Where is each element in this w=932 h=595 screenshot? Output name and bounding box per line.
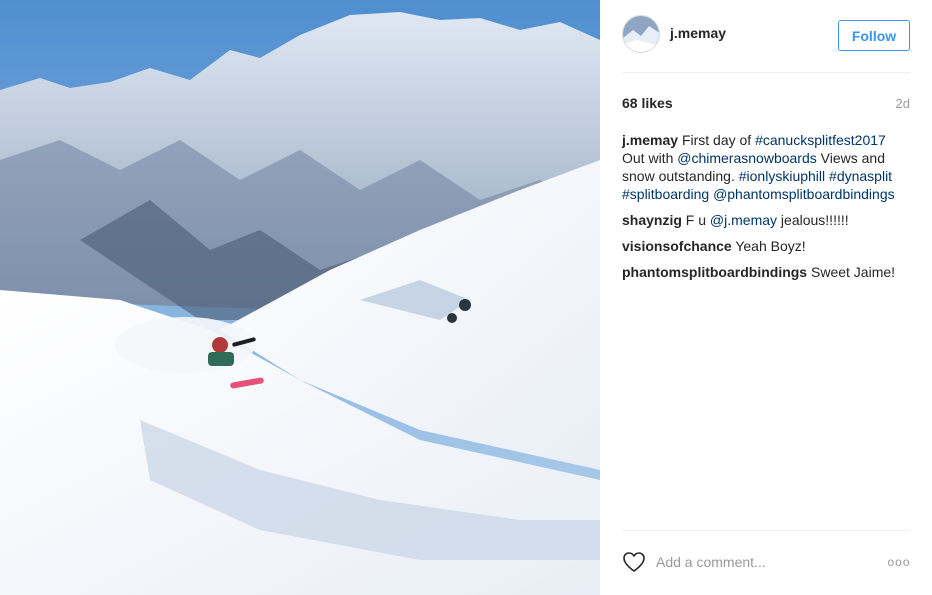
- post-time[interactable]: 2d: [896, 96, 910, 111]
- more-options-icon[interactable]: ooo: [886, 553, 912, 571]
- post-photo[interactable]: [0, 0, 600, 595]
- comment-user[interactable]: phantomsplitboardbindings: [622, 264, 807, 280]
- like-count[interactable]: 68 likes: [622, 95, 673, 111]
- hashtag-link[interactable]: #splitboarding: [622, 186, 709, 202]
- author-username[interactable]: j.memay: [670, 25, 726, 41]
- avatar-image: [623, 16, 659, 52]
- comment-user[interactable]: visionsofchance: [622, 238, 732, 254]
- caption-user[interactable]: j.memay: [622, 132, 678, 148]
- comment-text: F u: [685, 212, 710, 228]
- like-heart-icon[interactable]: [622, 551, 646, 573]
- comment-item: shaynzig F u @j.memay jealous!!!!!!: [622, 211, 912, 229]
- comment-user[interactable]: shaynzig: [622, 212, 682, 228]
- hashtag-link[interactable]: #canucksplitfest2017: [755, 132, 886, 148]
- snowboarder-photo-illustration: [0, 0, 600, 595]
- hashtag-link[interactable]: #ionlyskiuphill: [739, 168, 825, 184]
- mention-link[interactable]: @j.memay: [710, 212, 777, 228]
- footer-divider: [622, 530, 910, 531]
- caption-text: First day of: [681, 132, 756, 148]
- follow-button[interactable]: Follow: [838, 20, 910, 51]
- post-detail-panel: j.memay Follow 68 likes 2d j.memay First…: [600, 0, 932, 595]
- add-comment-input[interactable]: [656, 552, 876, 572]
- post-header: j.memay Follow: [600, 0, 932, 72]
- mention-link[interactable]: @chimerasnowboards: [677, 150, 817, 166]
- mention-link[interactable]: @phantomsplitboardbindings: [713, 186, 895, 202]
- caption: j.memay First day of #canucksplitfest201…: [622, 131, 912, 203]
- comment-item: phantomsplitboardbindings Sweet Jaime!: [622, 263, 912, 281]
- comment-text: Sweet Jaime!: [811, 264, 896, 280]
- author-avatar[interactable]: [622, 15, 660, 53]
- comment-bar: ooo: [622, 545, 912, 581]
- comment-text: jealous!!!!!!: [777, 212, 849, 228]
- caption-text: Out with: [622, 150, 678, 166]
- comment-item: visionsofchance Yeah Boyz!: [622, 237, 912, 255]
- comment-text: Yeah Boyz!: [735, 238, 806, 254]
- comments-list: j.memay First day of #canucksplitfest201…: [622, 131, 912, 289]
- header-divider: [622, 72, 910, 73]
- hashtag-link[interactable]: #dynasplit: [829, 168, 892, 184]
